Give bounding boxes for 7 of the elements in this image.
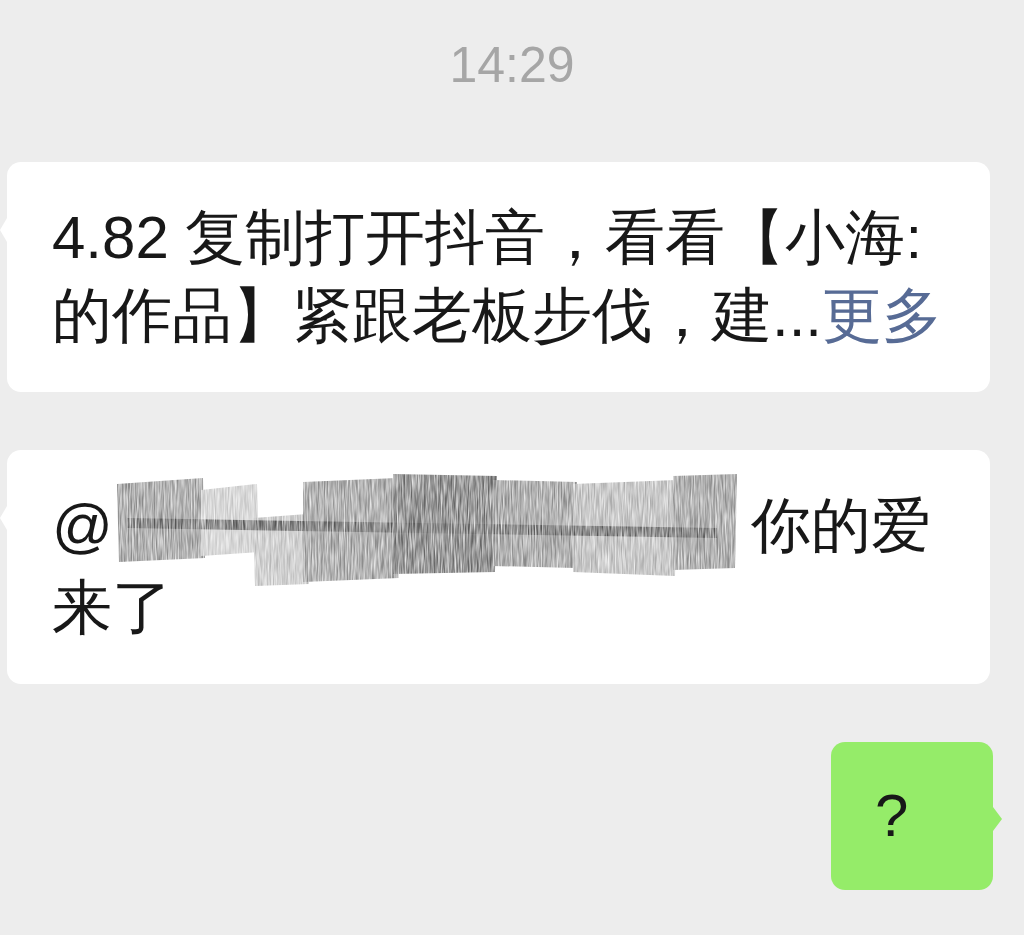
message-text: ? xyxy=(875,782,909,850)
message-text: 来了 xyxy=(52,574,172,642)
message-text: @ xyxy=(52,492,113,559)
message-text: 4.82 复制打开抖音，看看【小海:的作品】紧跟老板步伐，建...更多 xyxy=(52,204,942,349)
message-text: 你的爱 xyxy=(750,492,931,559)
more-link[interactable]: 更多 xyxy=(822,282,942,349)
timestamp: 14:29 xyxy=(449,36,575,95)
